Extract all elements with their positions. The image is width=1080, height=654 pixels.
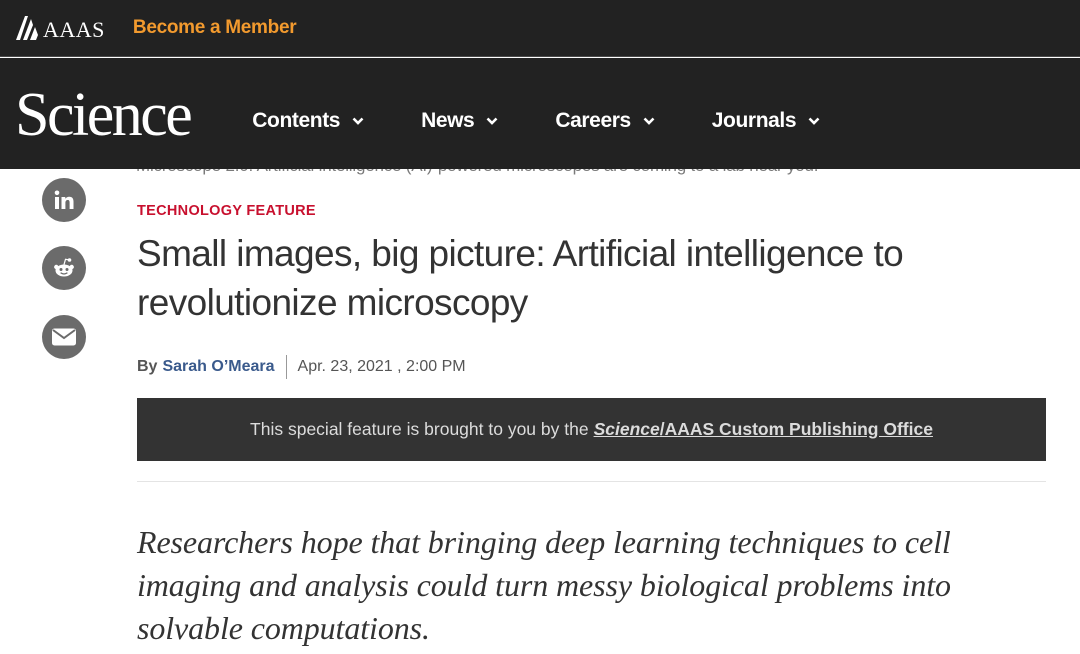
aaas-logo-text: AAAS <box>43 16 105 42</box>
share-email-button[interactable] <box>42 315 86 359</box>
aaas-logo[interactable]: AAAS <box>16 0 105 57</box>
page: Microscope 2.0: Artificial intelligence … <box>0 0 1080 654</box>
aaas-mark-icon <box>16 16 38 40</box>
sponsor-prefix: This special feature is brought to you b… <box>250 419 589 439</box>
chevron-down-icon <box>808 117 820 125</box>
sponsor-banner: This special feature is brought to you b… <box>137 398 1046 461</box>
nav-item-label: Careers <box>555 108 631 132</box>
byline: By Sarah O’Meara Apr. 23, 2021 , 2:00 PM <box>137 355 466 379</box>
byline-prefix: By <box>137 358 158 375</box>
sponsor-link[interactable]: Science/AAAS Custom Publishing Office <box>594 419 933 440</box>
main-nav: Science Contents News Careers Journals <box>0 58 1080 169</box>
chevron-down-icon <box>486 117 498 125</box>
nav-item-label: News <box>421 108 475 132</box>
share-linkedin-button[interactable] <box>42 178 86 222</box>
sponsor-link-italic: Science <box>593 419 660 439</box>
byline-divider <box>285 355 287 379</box>
become-member-link[interactable]: Become a Member <box>133 17 297 39</box>
sponsor-link-rest: /AAAS Custom Publishing Office <box>659 419 933 439</box>
science-logo[interactable]: Science <box>15 84 193 146</box>
nav-item-contents[interactable]: Contents <box>252 109 364 133</box>
email-icon <box>52 328 76 346</box>
chevron-down-icon <box>643 117 655 125</box>
nav-item-news[interactable]: News <box>421 109 498 133</box>
nav-menu: Contents News Careers Journals <box>252 109 877 133</box>
nav-item-careers[interactable]: Careers <box>555 108 655 133</box>
share-reddit-button[interactable] <box>42 246 86 290</box>
chevron-down-icon <box>352 117 364 125</box>
article-headline: Small images, big picture: Artificial in… <box>137 233 904 323</box>
publish-date: Apr. 23, 2021 , 2:00 PM <box>297 358 466 375</box>
linkedin-icon <box>54 190 74 209</box>
aaas-top-bar: AAAS Become a Member <box>0 0 1080 57</box>
article-dek: Researchers hope that bringing deep lear… <box>137 524 951 646</box>
nav-item-label: Journals <box>711 108 797 132</box>
nav-item-journals[interactable]: Journals <box>712 109 820 133</box>
divider <box>137 481 1046 482</box>
article-kicker[interactable]: TECHNOLOGY FEATURE <box>137 203 316 219</box>
nav-item-label: Contents <box>252 108 341 132</box>
author-link[interactable]: Sarah O’Meara <box>162 358 274 376</box>
reddit-icon <box>54 258 74 277</box>
